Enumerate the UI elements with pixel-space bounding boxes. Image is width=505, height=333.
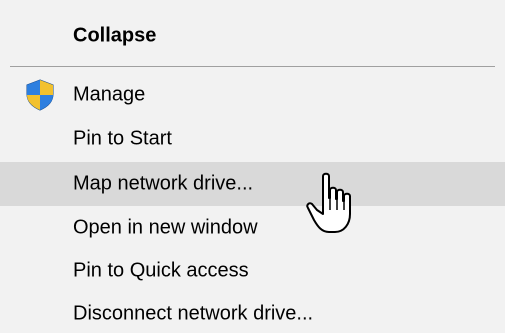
menu-item-collapse[interactable]: Collapse (0, 14, 505, 58)
menu-item-label: Open in new window (73, 216, 258, 239)
menu-item-pin-to-quick-access[interactable]: Pin to Quick access (0, 249, 505, 293)
menu-item-label: Disconnect network drive... (73, 302, 314, 325)
menu-separator (10, 66, 495, 67)
menu-item-label: Manage (73, 83, 146, 106)
menu-item-pin-to-start[interactable]: Pin to Start (0, 117, 505, 161)
menu-item-manage[interactable]: Manage (0, 73, 505, 117)
menu-item-disconnect-network-drive[interactable]: Disconnect network drive... (0, 292, 505, 333)
menu-item-open-in-new-window[interactable]: Open in new window (0, 206, 505, 250)
menu-item-label: Pin to Start (73, 127, 172, 150)
hand-pointer-icon (305, 172, 361, 238)
menu-item-label: Collapse (73, 24, 157, 47)
menu-item-label: Pin to Quick access (73, 259, 249, 282)
uac-shield-icon (26, 79, 54, 111)
context-menu: Collapse Manage Pin to Start Map network… (0, 0, 505, 333)
menu-item-label: Map network drive... (73, 172, 254, 195)
menu-item-map-network-drive[interactable]: Map network drive... (0, 162, 505, 206)
